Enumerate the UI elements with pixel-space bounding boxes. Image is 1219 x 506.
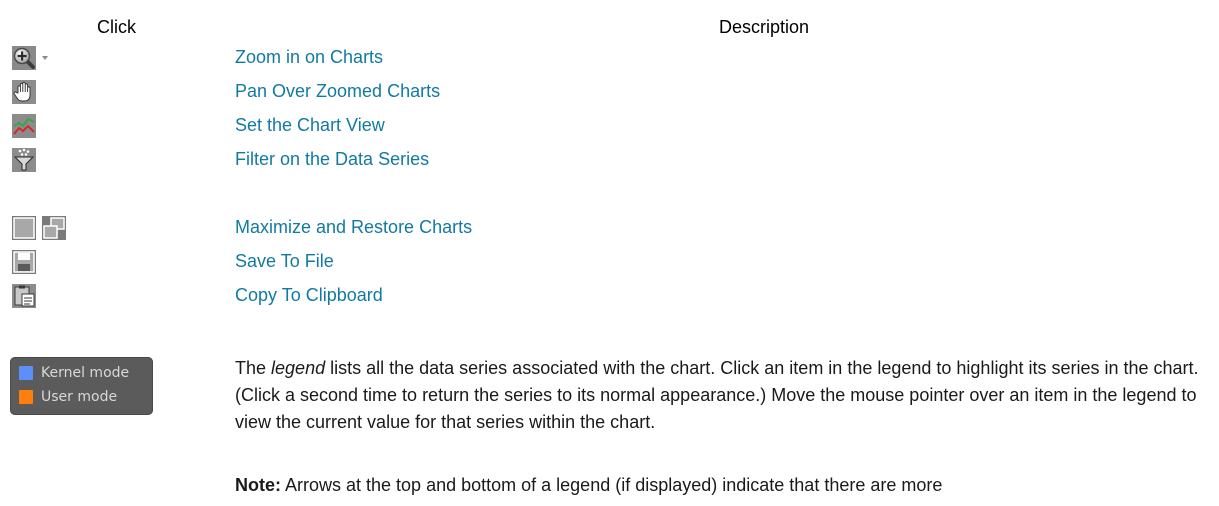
- link-filter[interactable]: Filter on the Data Series: [235, 149, 429, 170]
- link-save[interactable]: Save To File: [235, 251, 334, 272]
- hand-pan-icon: [12, 80, 36, 104]
- link-maximize-restore[interactable]: Maximize and Restore Charts: [235, 217, 472, 238]
- legend-item-kernel[interactable]: Kernel mode: [19, 363, 129, 383]
- clipboard-icon: [12, 284, 36, 308]
- table-row: Copy To Clipboard: [0, 279, 1219, 313]
- table-row: Maximize and Restore Charts: [0, 211, 1219, 245]
- header-description: Description: [719, 17, 810, 37]
- legend-term: legend: [271, 358, 326, 378]
- link-chart-view[interactable]: Set the Chart View: [235, 115, 385, 136]
- legend-label-user: User mode: [41, 389, 118, 405]
- table-row: Filter on the Data Series: [0, 143, 1219, 177]
- zoom-in-icon: [12, 46, 36, 70]
- legend-widget: Kernel mode User mode: [10, 357, 153, 415]
- restore-icon[interactable]: [42, 216, 66, 240]
- pan-button[interactable]: [12, 79, 36, 105]
- maximize-icon[interactable]: [12, 216, 36, 240]
- legend-label-kernel: Kernel mode: [41, 365, 130, 381]
- chart-view-icon: [12, 114, 36, 138]
- user-swatch: [19, 390, 33, 404]
- legend-description: The legend lists all the data series ass…: [235, 355, 1210, 436]
- chevron-down-icon: [42, 56, 48, 60]
- maximize-restore-buttons: [12, 215, 66, 241]
- para-before: The: [235, 358, 272, 378]
- link-zoom-in[interactable]: Zoom in on Charts: [235, 47, 383, 68]
- header-click: Click: [97, 17, 136, 37]
- copy-button[interactable]: [12, 283, 36, 309]
- zoom-in-dropdown-button[interactable]: [12, 45, 50, 71]
- filter-icon: [12, 148, 36, 172]
- save-icon: [12, 250, 36, 274]
- note-label: Note:: [235, 475, 281, 495]
- table-row: Set the Chart View: [0, 109, 1219, 143]
- table-row: Save To File: [0, 245, 1219, 279]
- table-row: Pan Over Zoomed Charts: [0, 75, 1219, 109]
- kernel-swatch: [19, 366, 33, 380]
- link-pan[interactable]: Pan Over Zoomed Charts: [235, 81, 440, 102]
- table-row: Zoom in on Charts: [0, 41, 1219, 75]
- link-copy[interactable]: Copy To Clipboard: [235, 285, 383, 306]
- note-text: Arrows at the top and bottom of a legend…: [281, 475, 943, 495]
- save-button[interactable]: [12, 249, 36, 275]
- para-after: lists all the data series associated wit…: [235, 358, 1199, 432]
- chart-view-button[interactable]: [12, 113, 36, 139]
- legend-item-user[interactable]: User mode: [19, 387, 117, 407]
- note: Note: Arrows at the top and bottom of a …: [235, 472, 1210, 499]
- filter-button[interactable]: [12, 147, 36, 173]
